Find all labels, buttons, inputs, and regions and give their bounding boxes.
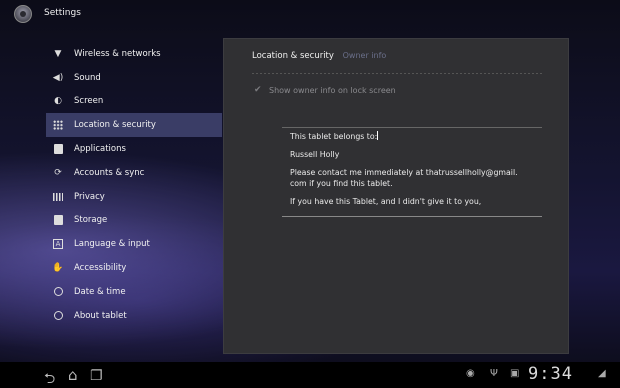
checkmark-icon: ✔ [254, 85, 262, 95]
speaker-icon: ◀) [52, 72, 64, 83]
back-icon[interactable]: ⮌ [44, 368, 55, 388]
storage-icon [52, 214, 64, 226]
hand-icon: ✋ [52, 263, 64, 274]
menu-item-screen[interactable]: ◐ Screen [46, 90, 222, 114]
menu-item-label: Date & time [74, 286, 126, 297]
menu-item-accounts-sync[interactable]: ⟳ Accounts & sync [46, 161, 222, 185]
menu-item-wireless[interactable]: ▼ Wireless & networks [46, 42, 222, 66]
info-icon [52, 310, 64, 322]
title-bar: Settings [0, 0, 620, 28]
menu-item-storage[interactable]: Storage [46, 209, 222, 233]
details-panel: Location & security Owner info ✔ Show ow… [223, 38, 569, 354]
menu-item-label: Wireless & networks [74, 48, 161, 59]
language-icon: A [52, 238, 64, 250]
recent-apps-icon[interactable]: ❐ [90, 368, 103, 384]
menu-item-label: About tablet [74, 310, 127, 321]
menu-item-accessibility[interactable]: ✋ Accessibility [46, 256, 222, 280]
menu-item-label: Privacy [74, 191, 105, 202]
menu-item-label: Applications [74, 144, 126, 155]
clock-icon [52, 286, 64, 298]
menu-item-label: Sound [74, 72, 101, 83]
menu-item-sound[interactable]: ◀) Sound [46, 66, 222, 90]
text-cursor [377, 131, 379, 140]
menu-item-about-tablet[interactable]: About tablet [46, 304, 222, 328]
menu-item-label: Accessibility [74, 263, 127, 274]
menu-item-label: Location & security [74, 120, 156, 131]
home-icon[interactable]: ⌂ [68, 366, 78, 384]
wifi-icon: ◢ [598, 368, 606, 379]
panel-subtitle: Owner info [342, 51, 387, 60]
checkbox-label: Show owner info on lock screen [269, 85, 396, 95]
app-title: Settings [44, 8, 81, 18]
applications-icon [52, 143, 64, 155]
divider [252, 73, 542, 74]
owner-text-line: Please contact me immediately at thatrus… [290, 168, 518, 177]
menu-item-label: Storage [74, 215, 108, 226]
owner-text-line: This tablet belongs to: [290, 132, 378, 141]
sync-icon: ⟳ [54, 167, 62, 178]
menu-item-label: Screen [74, 96, 104, 107]
menu-item-location-security[interactable]: Location & security [46, 113, 222, 138]
menu-item-applications[interactable]: Applications [46, 137, 222, 161]
owner-text-line: com if you find this tablet. [290, 179, 393, 188]
menu-item-language-input[interactable]: A Language & input [46, 232, 222, 256]
owner-info-textarea[interactable]: This tablet belongs to: Russell Holly Pl… [282, 127, 542, 217]
menu-item-privacy[interactable]: Privacy [46, 185, 222, 209]
notification-icon: ▣ [510, 368, 520, 379]
system-bar: ⮌ ⌂ ❐ ◉ Ψ ▣ 9:34 ◢ [0, 362, 620, 388]
clock[interactable]: 9:34 [528, 364, 573, 384]
panel-title[interactable]: Location & security [252, 51, 334, 61]
wireless-icon: ▼ [54, 48, 62, 59]
privacy-icon [52, 191, 64, 203]
owner-text-line: Russell Holly [290, 150, 340, 159]
usb-icon: Ψ [490, 368, 498, 379]
menu-item-date-time[interactable]: Date & time [46, 280, 222, 304]
location-grid-icon [52, 119, 64, 131]
menu-item-label: Language & input [74, 239, 150, 250]
settings-gear-icon [14, 5, 32, 23]
show-owner-info-checkbox[interactable]: ✔ Show owner info on lock screen [254, 85, 396, 95]
settings-menu: ▼ Wireless & networks ◀) Sound ◐ Screen … [46, 42, 222, 328]
menu-item-label: Accounts & sync [74, 167, 145, 178]
screen-icon: ◐ [54, 96, 62, 107]
owner-text-line: If you have this Tablet, and I didn't gi… [290, 197, 482, 206]
panel-breadcrumb: Location & security Owner info [252, 51, 386, 61]
sync-status-icon: ◉ [466, 368, 475, 379]
